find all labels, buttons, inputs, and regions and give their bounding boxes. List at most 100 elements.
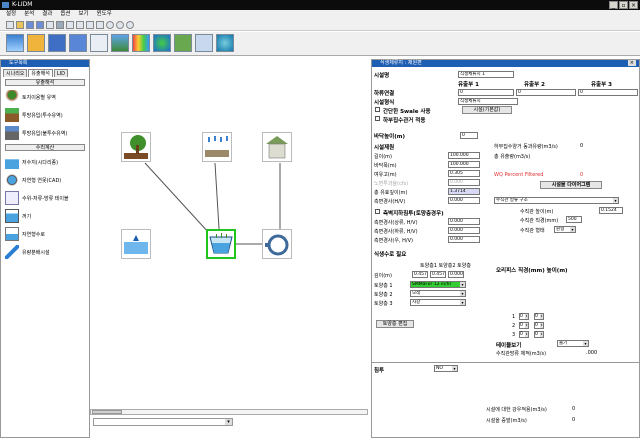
save-disk-icon[interactable] bbox=[48, 34, 66, 52]
report-check-icon[interactable] bbox=[195, 34, 213, 52]
riser-height-label: 수직관 높이(m) bbox=[520, 209, 554, 215]
infiltration-dropdown[interactable]: NO ▾ bbox=[434, 365, 458, 372]
menu-view[interactable]: 보기 bbox=[79, 10, 89, 19]
save-all-icon[interactable] bbox=[36, 21, 44, 29]
bottom-pipe-checkbox[interactable] bbox=[375, 116, 380, 121]
tool-natural-channel[interactable]: 자연형수로 bbox=[1, 225, 89, 243]
facility-type-input[interactable]: 식생체류지 bbox=[458, 98, 518, 105]
tool-natural-pond[interactable]: 자연형 연못(CAD) bbox=[1, 171, 89, 189]
node-inflow[interactable] bbox=[121, 229, 151, 259]
map-icon[interactable] bbox=[6, 34, 24, 52]
side-slope-down-input[interactable]: 0.000 bbox=[448, 227, 480, 234]
save-icon[interactable] bbox=[26, 21, 34, 29]
scrollbar-thumb[interactable] bbox=[92, 410, 122, 414]
orifice-2-height[interactable]: 0 ⇕ bbox=[534, 322, 544, 329]
spinner-icon[interactable]: ⇕ bbox=[525, 332, 528, 337]
orifice-1-height[interactable]: 0 ⇕ bbox=[534, 313, 544, 320]
tab-runoff[interactable]: 유출해석 bbox=[28, 69, 53, 77]
spinner-icon[interactable]: ⇕ bbox=[540, 314, 543, 319]
tool-inflow-impervious[interactable]: 투방유입(불투수유역) bbox=[1, 124, 89, 142]
soil-depth-2[interactable]: 0.457 bbox=[430, 271, 446, 278]
soil-layer-2-dropdown[interactable]: 모래 ▾ bbox=[410, 290, 466, 297]
menu-settings[interactable]: 설정 bbox=[6, 10, 16, 19]
grid-icon[interactable] bbox=[46, 21, 54, 29]
facility-default-button[interactable]: 시설(기본값) bbox=[462, 106, 512, 114]
image-icon[interactable] bbox=[96, 21, 104, 29]
soil-layer-1-dropdown[interactable]: SMMaFor 12 in/hr ▾ bbox=[410, 281, 466, 288]
menu-results[interactable]: 결과 bbox=[42, 10, 52, 19]
downstream-input-3[interactable]: 0 bbox=[578, 89, 638, 96]
leaf-icon[interactable] bbox=[174, 34, 192, 52]
depth-input[interactable]: 0 bbox=[460, 132, 478, 139]
node-building[interactable] bbox=[262, 132, 292, 162]
tool-inflow-pervious[interactable]: 투방유입(투수유역) bbox=[1, 106, 89, 124]
spinner-icon[interactable]: ⇕ bbox=[525, 314, 528, 319]
chart-bars-icon[interactable] bbox=[132, 34, 150, 52]
report-icon[interactable] bbox=[86, 21, 94, 29]
open-file-icon[interactable] bbox=[16, 21, 24, 29]
tool-trench[interactable]: 꺼기 bbox=[1, 207, 89, 225]
orifice-3-height[interactable]: 0 ⇕ bbox=[534, 331, 544, 338]
zoom-in-icon[interactable] bbox=[106, 21, 114, 29]
riser-diameter-input[interactable]: 500 bbox=[566, 216, 582, 223]
swale-checkbox[interactable] bbox=[375, 107, 380, 112]
menu-analysis[interactable]: 분석 bbox=[24, 10, 34, 19]
soil-layer-3-dropdown[interactable]: 자갈 ▾ bbox=[410, 299, 466, 306]
save-as-icon[interactable] bbox=[69, 34, 87, 52]
orifice-1-diameter[interactable]: 0 ⇕ bbox=[519, 313, 529, 320]
side-slope-up-input[interactable]: 0.000 bbox=[448, 218, 480, 225]
spinner-icon[interactable]: ⇕ bbox=[525, 323, 528, 328]
facility-diagram-button[interactable]: 시설물 다이어그램 bbox=[540, 181, 602, 189]
riser-shape-dropdown[interactable]: 원형 ▾ bbox=[554, 226, 576, 233]
orifice-3-diameter[interactable]: 0 ⇕ bbox=[519, 331, 529, 338]
table-view-dropdown[interactable]: 출기 ▾ bbox=[557, 340, 589, 347]
minimize-button[interactable]: _ bbox=[609, 1, 618, 9]
panorama-icon[interactable] bbox=[111, 34, 129, 52]
network-canvas[interactable] bbox=[90, 59, 370, 409]
canvas-horizontal-scrollbar[interactable] bbox=[90, 409, 368, 415]
orifice-2-diameter[interactable]: 0 ⇕ bbox=[519, 322, 529, 329]
node-landuse-basin[interactable] bbox=[121, 132, 151, 162]
tool-landuse-basin[interactable]: 토지이용별 유역 bbox=[1, 88, 89, 106]
zoom-fit-icon[interactable] bbox=[126, 21, 134, 29]
node-outlet[interactable] bbox=[262, 229, 292, 259]
freeboard-input[interactable]: 0.305 bbox=[448, 170, 480, 177]
soil-depth-3[interactable]: 0.000 bbox=[448, 271, 464, 278]
downstream-input-1[interactable]: 0 bbox=[458, 89, 514, 96]
tab-scenario[interactable]: 시나리오 bbox=[3, 69, 28, 77]
node-impervious[interactable] bbox=[202, 132, 232, 162]
menu-options[interactable]: 옵션 bbox=[60, 10, 70, 19]
tool-flow-splitter[interactable]: 유량분배시설 bbox=[1, 243, 89, 261]
new-file-icon[interactable] bbox=[6, 21, 14, 29]
spinner-icon[interactable]: ⇕ bbox=[540, 323, 543, 328]
close-icon[interactable]: × bbox=[627, 60, 636, 66]
tool-reservoir[interactable]: 저수지(시다리종) bbox=[1, 153, 89, 171]
bottom-dropdown[interactable]: ▾ bbox=[93, 418, 233, 426]
document-icon[interactable] bbox=[90, 34, 108, 52]
facility-name-input[interactable]: 식생체류지 1 bbox=[458, 71, 514, 78]
width-input[interactable]: 100.000 bbox=[448, 161, 480, 168]
maximize-button[interactable]: ▫ bbox=[619, 1, 628, 9]
downstream-input-2[interactable]: 0 bbox=[516, 89, 576, 96]
riser-height-input[interactable]: 0.1524 bbox=[599, 207, 623, 214]
zoom-out-icon[interactable] bbox=[116, 21, 124, 29]
open-folder-icon[interactable] bbox=[27, 34, 45, 52]
side-infil-checkbox[interactable] bbox=[375, 209, 380, 214]
table-icon[interactable] bbox=[76, 21, 84, 29]
side-slope-right-input[interactable]: 0.000 bbox=[448, 236, 480, 243]
run-icon[interactable] bbox=[56, 21, 64, 29]
soil-edit-button[interactable]: 토양층 편집 bbox=[376, 320, 414, 328]
soil-depth-1[interactable]: 0.457 bbox=[412, 271, 428, 278]
earth-icon[interactable] bbox=[216, 34, 234, 52]
tab-lid[interactable]: LID bbox=[53, 69, 68, 77]
spinner-icon[interactable]: ⇕ bbox=[540, 332, 543, 337]
globe-icon[interactable] bbox=[153, 34, 171, 52]
node-bioretention-selected[interactable] bbox=[206, 229, 236, 259]
tool-stage-storage-table[interactable]: 수위-저류-방류 테이블 bbox=[1, 189, 89, 207]
chart-icon[interactable] bbox=[66, 21, 74, 29]
outlet-type-dropdown[interactable]: 수직관 방류 구조 ▾ bbox=[494, 197, 619, 204]
menu-window[interactable]: 윈도우 bbox=[97, 10, 112, 19]
length-input[interactable]: 100.000 bbox=[448, 152, 480, 159]
side-slope-input[interactable]: 0.000 bbox=[448, 197, 480, 204]
close-button[interactable]: × bbox=[629, 1, 638, 9]
